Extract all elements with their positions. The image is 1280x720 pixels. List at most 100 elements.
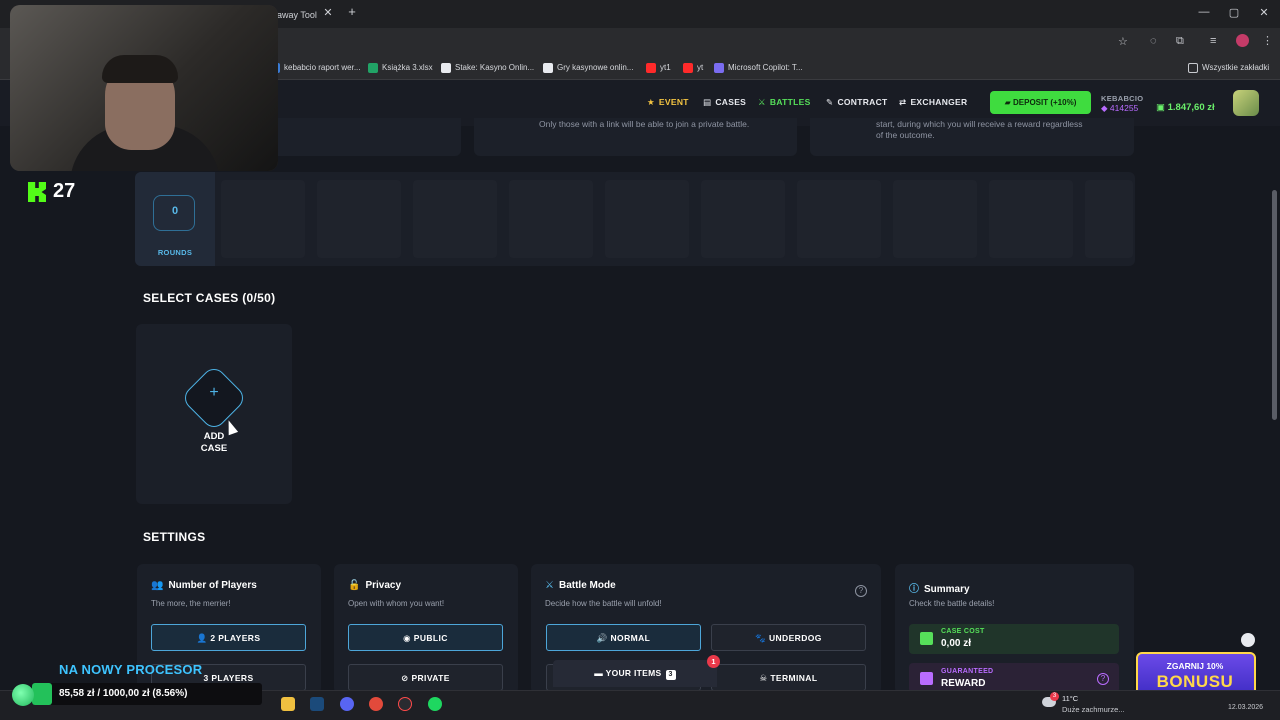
goal-title: NA NOWY PROCESOR — [59, 662, 203, 677]
reward-help-icon[interactable]: ? — [1097, 673, 1109, 685]
money-icon: ▣ — [1156, 102, 1168, 113]
notification-badge: 1 — [707, 655, 720, 668]
weather-description: Duże zachmurze... — [1062, 705, 1125, 714]
round-slot — [413, 180, 497, 258]
user-icon: 👤 — [196, 633, 211, 643]
tab-title: eaway Tool — [272, 10, 317, 20]
round-slot — [605, 180, 689, 258]
close-window-icon[interactable]: ✕ — [1254, 6, 1274, 19]
nav-cases[interactable]: ▤ CASES — [703, 97, 746, 108]
gun-icon: ▬ — [594, 668, 606, 678]
players-title: 👥 Number of Players — [151, 580, 257, 591]
gift-icon — [920, 672, 933, 685]
public-button[interactable]: ◉ PUBLIC — [348, 624, 503, 651]
minimize-icon[interactable]: — — [1194, 6, 1214, 18]
nav-contract[interactable]: ✎ CONTRACT — [826, 97, 888, 108]
paw-icon: 🐾 — [755, 633, 769, 643]
profile-icon[interactable] — [1236, 34, 1249, 47]
lock-icon: 🔓 — [348, 580, 361, 591]
battle-mode-subtitle: Decide how the battle will unfold! — [545, 599, 662, 608]
excel-icon — [368, 62, 378, 73]
points-balance: ◆ 414255 — [1101, 103, 1139, 113]
page-scrollbar[interactable] — [1272, 190, 1277, 420]
wallet-icon: ▰ — [1004, 98, 1013, 107]
normal-mode-button[interactable]: 🔊 NORMAL — [546, 624, 701, 651]
file-explorer-icon[interactable] — [281, 697, 295, 711]
nav-exchanger[interactable]: ⇄ EXCHANGER — [899, 97, 967, 108]
round-slot — [797, 180, 881, 258]
username[interactable]: KEBABCIO — [1101, 94, 1143, 103]
deposit-button[interactable]: ▰ DEPOSIT (+10%) — [990, 91, 1091, 114]
exchange-icon: ⇄ — [899, 97, 907, 107]
items-count-badge: 3 — [665, 670, 676, 680]
spotify-icon[interactable] — [428, 697, 442, 711]
menu-icon[interactable]: ⋮ — [1262, 34, 1273, 47]
nav-battles[interactable]: ⚔ BATTLES — [758, 97, 811, 108]
eye-off-icon: ⊘ — [401, 673, 412, 683]
terminal-mode-button[interactable]: ☠ TERMINAL — [711, 664, 866, 691]
round-slot — [1085, 180, 1133, 258]
bookmark-item[interactable]: Microsoft Copilot: T... — [714, 60, 803, 76]
private-button[interactable]: ⊘ PRIVATE — [348, 664, 503, 691]
two-players-button[interactable]: 👤 2 PLAYERS — [151, 624, 306, 651]
help-icon[interactable]: ? — [855, 585, 867, 597]
goal-progress-text: 85,58 zł / 1000,00 zł (8.56%) — [59, 688, 188, 699]
eye-icon: ◉ — [403, 633, 414, 643]
case-cost-label: CASE COST — [941, 628, 985, 635]
chrome-icon[interactable] — [369, 697, 383, 711]
box-icon: ▤ — [703, 97, 712, 107]
telegram-icon[interactable] — [1241, 633, 1255, 647]
bookmark-item[interactable]: Stake: Kasyno Onlin... — [441, 60, 534, 76]
battle-mode-title: ⚔ Battle Mode — [545, 580, 616, 591]
new-tab-button[interactable]: + — [342, 4, 362, 19]
weather-temperature: 11°C — [1062, 694, 1079, 703]
star-icon[interactable]: ☆ — [1118, 35, 1128, 48]
all-bookmarks[interactable]: Wszystkie zakładki — [1188, 60, 1269, 76]
maximize-icon[interactable]: ▢ — [1224, 6, 1244, 19]
nav-event[interactable]: ★ EVENT — [647, 97, 689, 108]
youtube-icon — [683, 62, 693, 73]
taskbar-date: 12.03.2026 — [1228, 704, 1264, 711]
promo-line-2: BONUSU — [1156, 672, 1234, 691]
settings-title: SETTINGS — [143, 530, 206, 544]
privacy-subtitle: Open with whom you want! — [348, 599, 445, 608]
bookmark-item[interactable]: Gry kasynowe onlin... — [543, 60, 633, 76]
money-icon — [920, 632, 933, 645]
bookmark-item[interactable]: Książka 3.xlsx — [368, 60, 433, 76]
swords-icon: ⚔ — [758, 97, 766, 107]
media-icon[interactable]: ≡ — [1210, 35, 1216, 47]
stake-icon — [441, 62, 451, 73]
goal-orb-icon — [12, 684, 34, 706]
skull-icon: ☠ — [759, 673, 771, 683]
avatar[interactable] — [1233, 90, 1259, 116]
star-icon: ★ — [647, 97, 655, 107]
plus-icon: + — [209, 384, 219, 401]
discord-icon[interactable] — [340, 697, 354, 711]
bookmark-item[interactable]: yt1 — [646, 60, 671, 76]
folder-icon — [1188, 62, 1198, 73]
close-tab-icon[interactable]: ✕ — [318, 6, 338, 19]
extension-icon[interactable]: ◌ — [1150, 35, 1157, 47]
bookmark-item[interactable]: yt — [683, 60, 703, 76]
round-slot — [221, 180, 305, 258]
stake-icon — [543, 62, 553, 73]
info-icon: ⓘ — [909, 584, 919, 595]
underdog-mode-button[interactable]: 🐾 UNDERDOG — [711, 624, 866, 651]
round-slot — [989, 180, 1073, 258]
rounds-count: 0 — [171, 205, 179, 217]
mode-info-text-1: start, during which you will receive a r… — [876, 119, 1083, 129]
round-slot — [509, 180, 593, 258]
your-items-button[interactable]: ▬ YOUR ITEMS 3 — [553, 660, 717, 687]
round-slot — [701, 180, 785, 258]
bookmark-item[interactable]: kebabcio raport wer... — [270, 60, 360, 76]
privacy-title: 🔓 Privacy — [348, 580, 402, 591]
goal-progress-fill — [32, 683, 52, 705]
steam-icon[interactable] — [310, 697, 324, 711]
app-icon[interactable] — [398, 697, 412, 711]
kick-viewer-count: 27 — [53, 180, 76, 202]
guaranteed-label: GUARANTEED — [941, 668, 994, 675]
weather-alert-badge: 3 — [1050, 692, 1059, 701]
promo-line-1: ZGARNIJ 10% — [1166, 661, 1224, 671]
privacy-info-text: Only those with a link will be able to j… — [539, 119, 750, 129]
puzzle-icon[interactable]: ⧉ — [1176, 35, 1184, 48]
